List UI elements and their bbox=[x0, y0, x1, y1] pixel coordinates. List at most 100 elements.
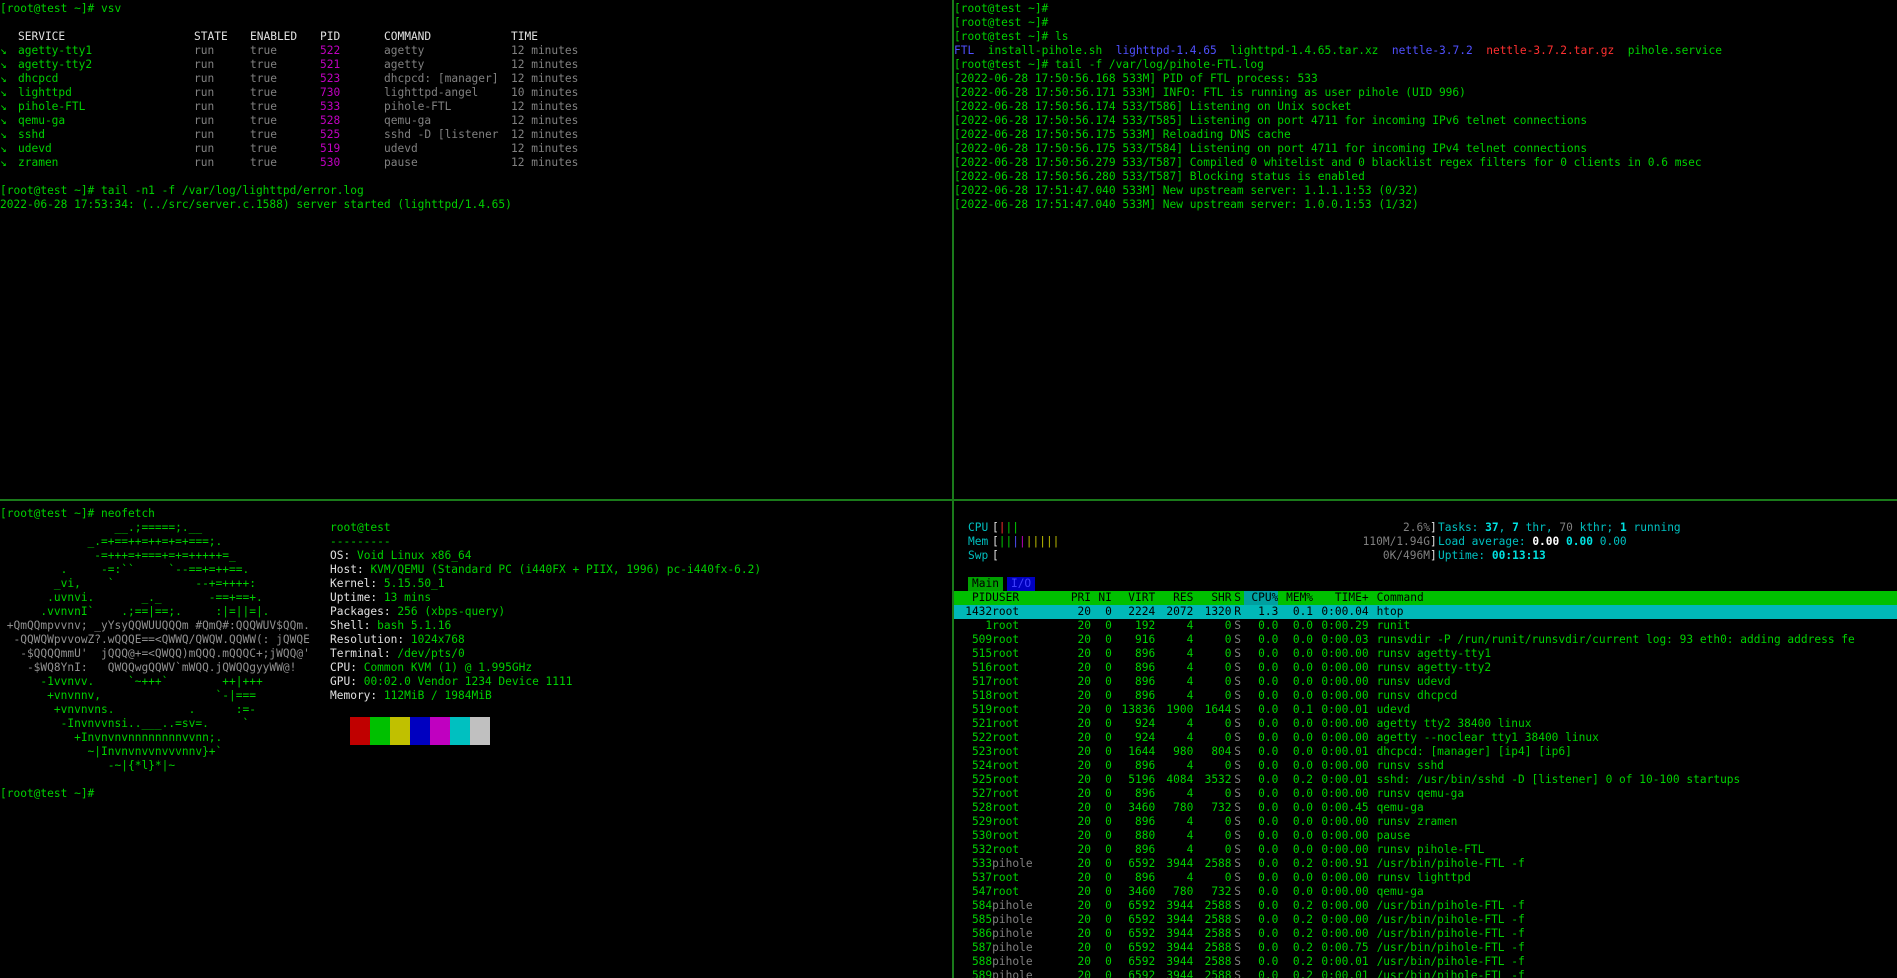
process-cell: 0 bbox=[1105, 773, 1112, 786]
column-header[interactable]: VIRT bbox=[1112, 591, 1155, 605]
tab-io[interactable]: I/O bbox=[1006, 577, 1036, 591]
process-table-header[interactable]: PID USER PRI NI VIRT RES SHR S CPU% MEM% TIME+ Comm… bbox=[954, 591, 1897, 605]
pane-htop[interactable]: CPU [||| 2.6% ] Tasks: 37, 7 thr, 70 kth… bbox=[954, 501, 1897, 978]
process-row[interactable]: 1 root 20 0 192 4 0 S 0.0 0.0 0:00.29 runit bbox=[954, 619, 1897, 633]
pane-top-right[interactable]: [root@test ~]# [root@test ~]# [root@test ~… bbox=[954, 0, 1897, 499]
process-row[interactable]: 586 pihole 20 0 6592 3944 2588 S 0.0 0.2 0:00.00/u… bbox=[954, 927, 1897, 941]
process-row[interactable]: 585 pihole 20 0 6592 3944 2588 S 0.0 0.2 0:00.00/u… bbox=[954, 913, 1897, 927]
column-header[interactable]: MEM% bbox=[1278, 591, 1313, 605]
process-cell: 0 bbox=[1105, 955, 1112, 968]
process-row[interactable]: 587 pihole 20 0 6592 3944 2588 S 0.0 0.2 0:00.75/u… bbox=[954, 941, 1897, 955]
process-row[interactable]: 509 root 20 0 916 4 0 S 0.0 0.0 0:00.03 runsvdir -P… bbox=[954, 633, 1897, 647]
process-cell: 4 bbox=[1186, 689, 1194, 702]
process-cell: 20 bbox=[1077, 619, 1092, 632]
process-cell: 3944 bbox=[1166, 913, 1194, 926]
vsv-service-row[interactable]: ↘ sshd run true 525 sshd -D [listener 12 minut… bbox=[0, 128, 952, 142]
process-row[interactable]: 516 root 20 0 896 4 0 S 0.0 0.0 0:00.00 runsv agett… bbox=[954, 661, 1897, 675]
ls-entry[interactable]: FTL bbox=[954, 44, 974, 57]
process-cell: 0 bbox=[1224, 843, 1232, 856]
vsv-service-row[interactable]: ↘ agetty-tty1 run true 522 agetty 12 minutes bbox=[0, 44, 952, 58]
service-pid: 528 bbox=[320, 114, 341, 127]
process-row[interactable]: 533 pihole 20 0 6592 3944 2588 S 0.0 0.2 0:00.91/u… bbox=[954, 857, 1897, 871]
color-swatch bbox=[390, 717, 410, 745]
process-row[interactable]: 524 root 20 0 896 4 0 S 0.0 0.0 0:00.00 runsv sshd bbox=[954, 759, 1897, 773]
info-key: Packages bbox=[330, 605, 384, 618]
process-cell: 0 bbox=[1105, 927, 1112, 940]
pane-top-left[interactable]: [root@test ~]# vsv SERVICE STATE ENABLED PI… bbox=[0, 0, 952, 499]
process-row[interactable]: 584 pihole 20 0 6592 3944 2588 S 0.0 0.2 0:00.00/u… bbox=[954, 899, 1897, 913]
tab-main[interactable]: Main bbox=[968, 577, 1003, 591]
process-cell: 0 bbox=[1105, 843, 1112, 856]
service-enabled: true bbox=[250, 86, 277, 99]
process-row[interactable]: 522 root 20 0 924 4 0 S 0.0 0.0 0:00.00 agetty --no… bbox=[954, 731, 1897, 745]
process-cell: runsv agetty-tty2 bbox=[1376, 661, 1492, 674]
process-cell: S bbox=[1234, 773, 1241, 786]
ls-entry[interactable]: install-pihole.sh bbox=[988, 44, 1103, 57]
process-row[interactable]: 528 root 20 0 3460 780 732 S 0.0 0.0 0:00.45 qemu-g… bbox=[954, 801, 1897, 815]
process-cell: 0:00.00 bbox=[1321, 675, 1369, 688]
process-row[interactable]: 547 root 20 0 3460 780 732 S 0.0 0.0 0:00.00 qemu-g… bbox=[954, 885, 1897, 899]
process-cell: runsv udevd bbox=[1376, 675, 1451, 688]
cpu-meter-label: CPU bbox=[968, 521, 989, 534]
process-cell: 0 bbox=[1105, 913, 1112, 926]
process-row[interactable]: 532 root 20 0 896 4 0 S 0.0 0.0 0:00.00 runsv pihol… bbox=[954, 843, 1897, 857]
process-cell: 528 bbox=[971, 801, 993, 814]
process-cell: 0 bbox=[1105, 899, 1112, 912]
pane-bottom-left[interactable]: [root@test ~]# neofetch __.;=====;.__ _.… bbox=[0, 501, 952, 978]
info-colon: : bbox=[370, 689, 384, 702]
process-row[interactable]: 588 pihole 20 0 6592 3944 2588 S 0.0 0.2 0:00.01/u… bbox=[954, 955, 1897, 969]
column-header[interactable]: S bbox=[1232, 591, 1244, 605]
info-value: 1024x768 bbox=[410, 633, 465, 646]
process-row[interactable]: 529 root 20 0 896 4 0 S 0.0 0.0 0:00.00 runsv zrame… bbox=[954, 815, 1897, 829]
ls-entry[interactable]: nettle-3.7.2 bbox=[1392, 44, 1473, 57]
process-cell: 4 bbox=[1186, 717, 1194, 730]
process-row[interactable]: 523 root 20 0 1644 980 804 S 0.0 0.0 0:00.01 dhcpcd… bbox=[954, 745, 1897, 759]
vsv-service-row[interactable]: ↘ agetty-tty2 run true 521 agetty 12 minutes bbox=[0, 58, 952, 72]
process-row[interactable]: 515 root 20 0 896 4 0 S 0.0 0.0 0:00.00 runsv agett… bbox=[954, 647, 1897, 661]
uptime: Uptime: 00:13:13 bbox=[1438, 549, 1546, 562]
column-header[interactable]: SHR bbox=[1193, 591, 1231, 605]
column-header[interactable]: PRI bbox=[1060, 591, 1091, 605]
process-cell: 1900 bbox=[1166, 703, 1194, 716]
vsv-service-row[interactable]: ↘ zramen run true 530 pause 12 minutes bbox=[0, 156, 952, 170]
ls-entry[interactable]: nettle-3.7.2.tar.gz bbox=[1486, 44, 1614, 57]
process-cell: 4 bbox=[1186, 731, 1194, 744]
vsv-service-row[interactable]: ↘ lighttpd run true 730 lighttpd-angel 10 minu… bbox=[0, 86, 952, 100]
vsv-service-row[interactable]: ↘ pihole-FTL run true 533 pihole-FTL 12 minute… bbox=[0, 100, 952, 114]
process-cell: 192 bbox=[1135, 619, 1156, 632]
vsv-service-row[interactable]: ↘ udevd run true 519 udevd 12 minutes bbox=[0, 142, 952, 156]
process-cell: 6592 bbox=[1128, 941, 1156, 954]
column-header[interactable]: Command bbox=[1369, 591, 1897, 605]
log-line: [2022-06-28 17:51:47.040 533M] New upstr… bbox=[954, 184, 1419, 197]
process-row[interactable]: 527 root 20 0 896 4 0 S 0.0 0.0 0:00.00 runsv qemu-… bbox=[954, 787, 1897, 801]
info-value: 5.15.50_1 bbox=[383, 577, 445, 590]
process-row[interactable]: 537 root 20 0 896 4 0 S 0.0 0.0 0:00.00 runsv light… bbox=[954, 871, 1897, 885]
process-row[interactable]: 1432 root 20 0 2224 2072 1320 R 1.3 0.1 0:00.04 hto… bbox=[954, 605, 1897, 619]
process-row[interactable]: 518 root 20 0 896 4 0 S 0.0 0.0 0:00.00 runsv dhcpc… bbox=[954, 689, 1897, 703]
column-header[interactable]: TIME+ bbox=[1313, 591, 1369, 605]
ls-entry[interactable]: lighttpd-1.4.65 bbox=[1116, 44, 1217, 57]
process-row[interactable]: 589 pihole 20 0 6592 3944 2588 S 0.0 0.2 0:00.01/u… bbox=[954, 969, 1897, 978]
column-header[interactable]: USER bbox=[992, 591, 1060, 605]
process-row[interactable]: 525 root 20 0 5196 4084 3532 S 0.0 0.2 0:00.01 sshd… bbox=[954, 773, 1897, 787]
htop-tabs: Main I/O bbox=[954, 577, 1897, 591]
process-row[interactable]: 517 root 20 0 896 4 0 S 0.0 0.0 0:00.00 runsv udevd bbox=[954, 675, 1897, 689]
process-cell: 0.0 bbox=[1258, 689, 1279, 702]
column-header[interactable]: CPU% bbox=[1243, 591, 1279, 605]
vsv-service-row[interactable]: ↘ qemu-ga run true 528 qemu-ga 12 minutes bbox=[0, 114, 952, 128]
vsv-service-row[interactable]: ↘ dhcpcd run true 523 dhcpcd: [manager] 12 min… bbox=[0, 72, 952, 86]
process-row[interactable]: 530 root 20 0 880 4 0 S 0.0 0.0 0:00.00 pause bbox=[954, 829, 1897, 843]
process-row[interactable]: 521 root 20 0 924 4 0 S 0.0 0.0 0:00.00 agetty tty2… bbox=[954, 717, 1897, 731]
service-state: run bbox=[194, 142, 215, 155]
process-cell: 896 bbox=[1135, 661, 1156, 674]
column-header[interactable]: NI bbox=[1091, 591, 1111, 605]
process-cell: 0.0 bbox=[1258, 829, 1279, 842]
process-row[interactable]: 519 root 20 0 13836 1900 1644 S 0.0 0.1 0:00.01 ude… bbox=[954, 703, 1897, 717]
ls-entry[interactable]: lighttpd-1.4.65.tar.xz bbox=[1230, 44, 1378, 57]
info-colon: : bbox=[383, 647, 398, 660]
process-cell: 588 bbox=[971, 955, 993, 968]
process-cell: 0.0 bbox=[1258, 773, 1279, 786]
column-header[interactable]: RES bbox=[1155, 591, 1193, 605]
ls-entry[interactable]: pihole.service bbox=[1628, 44, 1722, 57]
column-header[interactable]: PID bbox=[954, 591, 992, 605]
